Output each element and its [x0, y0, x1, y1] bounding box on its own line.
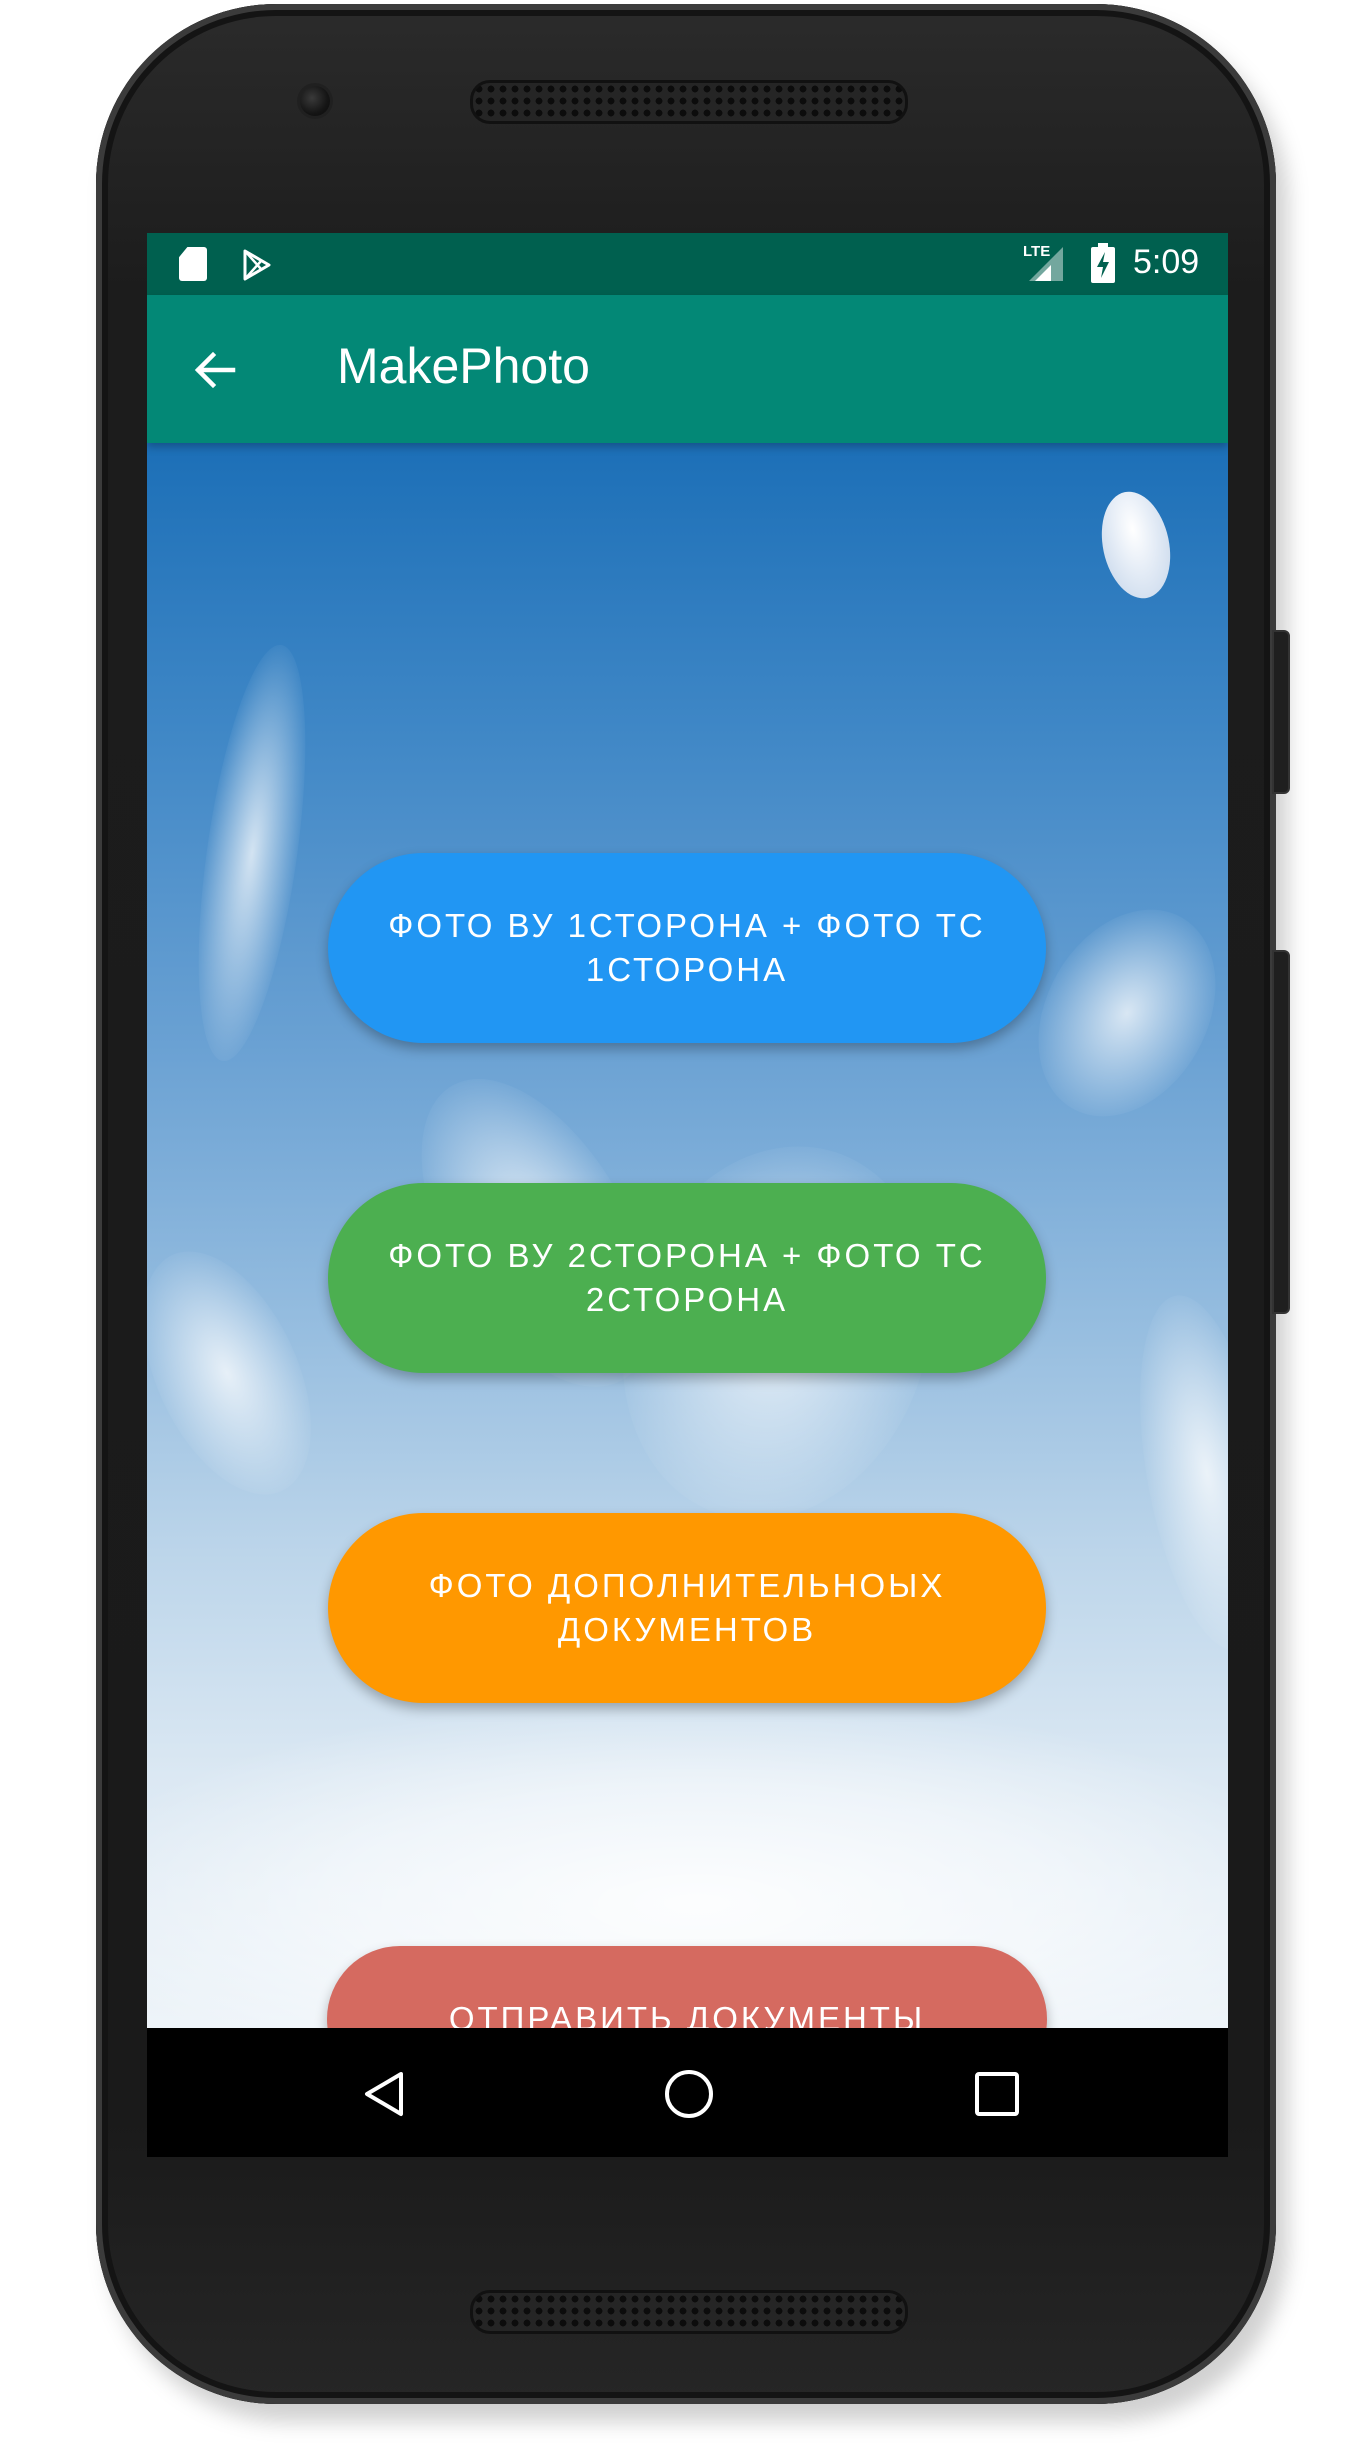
- background-feather: [147, 1225, 346, 1521]
- power-button: [1272, 950, 1290, 1314]
- background-feather: [178, 638, 326, 1068]
- navigation-bar: [147, 2028, 1228, 2157]
- front-camera: [300, 86, 330, 116]
- sd-card-icon: [179, 247, 207, 281]
- send-documents-label: ОТПРАВИТЬ ДОКУМЕНТЫ: [448, 2000, 926, 2028]
- page-title: MakePhoto: [337, 338, 590, 394]
- background-moon: [1092, 485, 1180, 605]
- top-speaker: [470, 80, 908, 124]
- arrow-back-icon[interactable]: [191, 347, 237, 393]
- send-documents-button[interactable]: ОТПРАВИТЬ ДОКУМЕНТЫ: [327, 1946, 1047, 2028]
- bottom-speaker: [470, 2290, 908, 2334]
- status-clock: 5:09: [1133, 243, 1200, 281]
- play-store-icon: [243, 249, 271, 281]
- main-content: ФОТО ВУ 1СТОРОНА + ФОТО ТС 1СТОРОНА ФОТО…: [147, 443, 1228, 2028]
- volume-button: [1272, 630, 1290, 794]
- photo-side-2-label: ФОТО ВУ 2СТОРОНА + ФОТО ТС 2СТОРОНА: [388, 1237, 986, 1318]
- nav-back-icon[interactable]: [357, 2066, 413, 2122]
- screen: LTE 5:09 MakePhoto ФОТО ВУ 1СТОРОНА + ФО…: [147, 233, 1228, 2157]
- nav-recents-icon[interactable]: [969, 2066, 1025, 2122]
- photo-additional-docs-button[interactable]: ФОТО ДОПОЛНИТЕЛЬНОЫХ ДОКУМЕНТОВ: [328, 1513, 1046, 1703]
- photo-side-2-button[interactable]: ФОТО ВУ 2СТОРОНА + ФОТО ТС 2СТОРОНА: [328, 1183, 1046, 1373]
- device-frame: LTE 5:09 MakePhoto ФОТО ВУ 1СТОРОНА + ФО…: [0, 0, 1370, 2446]
- app-bar: MakePhoto: [147, 295, 1228, 443]
- photo-additional-docs-label: ФОТО ДОПОЛНИТЕЛЬНОЫХ ДОКУМЕНТОВ: [428, 1567, 946, 1648]
- nav-home-icon[interactable]: [661, 2066, 717, 2122]
- background-feather: [1116, 1285, 1228, 1661]
- photo-side-1-button[interactable]: ФОТО ВУ 1СТОРОНА + ФОТО ТС 1СТОРОНА: [328, 853, 1046, 1043]
- signal-icon: [1029, 247, 1063, 281]
- battery-charging-icon: [1091, 243, 1115, 283]
- status-bar: LTE 5:09: [147, 233, 1228, 295]
- photo-side-1-label: ФОТО ВУ 1СТОРОНА + ФОТО ТС 1СТОРОНА: [388, 907, 986, 988]
